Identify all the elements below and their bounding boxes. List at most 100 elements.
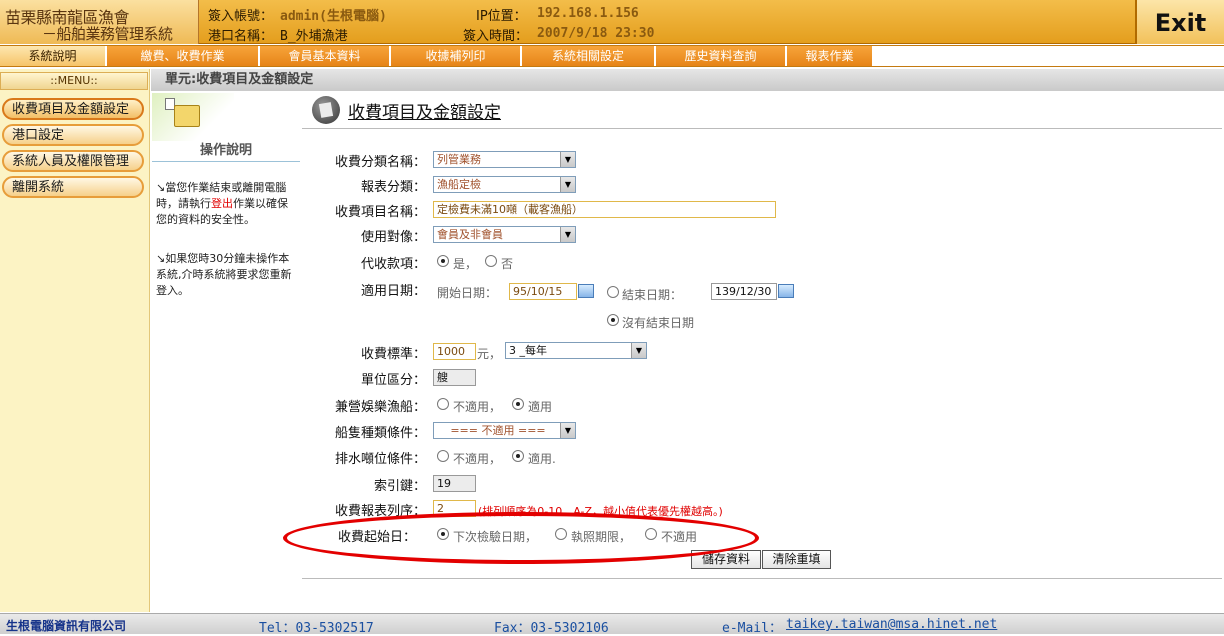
brand-logo: 苗栗縣南龍區漁會 －船舶業務管理系統 (0, 0, 199, 44)
menu-title: ::MENU:: (0, 72, 148, 90)
footer-email-link[interactable]: taikey.taiwan@msa.hinet.net (786, 617, 997, 632)
menu-item-exit-system[interactable]: 離開系統 (2, 176, 144, 198)
no-end-date-radio[interactable] (607, 314, 619, 326)
tonnage-yes-radio[interactable] (512, 450, 524, 462)
tab-payment[interactable]: 繳費、收費作業 (107, 46, 259, 66)
collect-no-radio[interactable] (485, 255, 497, 267)
help-title: 操作說明 (152, 142, 300, 162)
report-select[interactable]: 漁船定檢 ▼ (433, 176, 576, 193)
footer-tel: Tel：03-5302517 (259, 621, 374, 636)
leisure-yes-radio[interactable] (512, 398, 524, 410)
page-title: 收費項目及金額設定 (348, 103, 501, 123)
period-value: 3 _每年 (509, 344, 547, 357)
tab-system-settings[interactable]: 系統相關設定 (522, 46, 655, 66)
vessel-value: === 不適用 === (450, 424, 546, 437)
app-header: 苗栗縣南龍區漁會 －船舶業務管理系統 簽入帳號： admin(生根電腦) 港口名… (0, 0, 1224, 44)
chevron-down-icon: ▼ (560, 227, 575, 242)
end-date-input[interactable]: 139/12/30 (711, 283, 777, 300)
standard-label: 收費標準： (360, 347, 426, 362)
tab-reports[interactable]: 報表作業 (787, 46, 873, 66)
standard-input[interactable]: 1000 (433, 343, 476, 360)
tonnage-no-label: 不適用， (453, 452, 502, 466)
startday-license-radio[interactable] (555, 528, 567, 540)
startday-label: 收費起始日： (337, 530, 416, 545)
tab-member-data[interactable]: 會員基本資料 (260, 46, 390, 66)
report-label: 報表分類： (360, 180, 426, 195)
breadcrumb: 單元:收費項目及金額設定 (151, 69, 1224, 91)
startday-next-inspection-label: 下次檢驗日期， (453, 530, 538, 544)
tab-system-intro[interactable]: 系統說明 (0, 46, 106, 66)
menu-item-fee-settings[interactable]: 收費項目及金額設定 (2, 98, 144, 120)
end-date-radio[interactable] (607, 286, 619, 298)
footer-fax: Fax：03-5302106 (494, 621, 609, 636)
ip-value: 192.168.1.156 (537, 6, 639, 21)
left-menu: ::MENU:: 收費項目及金額設定 港口設定 系統人員及權限管理 離開系統 (0, 69, 150, 612)
vessel-select[interactable]: === 不適用 === ▼ (433, 422, 576, 439)
item-name-label: 收費項目名稱： (334, 205, 426, 220)
tonnage-no-radio[interactable] (437, 450, 449, 462)
brand-line-2: －船舶業務管理系統 (42, 25, 173, 43)
startday-na-radio[interactable] (645, 528, 657, 540)
help-paragraph-1: ↘當您作業結束或離開電腦時，請執行登出作業以確保您的資料的安全性。 (156, 180, 296, 228)
account-label: 簽入帳號： (208, 9, 274, 24)
index-label: 索引鍵： (373, 479, 426, 494)
reset-button[interactable]: 清除重填 (762, 550, 831, 569)
no-end-date-label: 沒有結束日期 (622, 316, 695, 330)
chevron-down-icon: ▼ (560, 152, 575, 167)
period-select[interactable]: 3 _每年 ▼ (505, 342, 647, 359)
leisure-no-radio[interactable] (437, 398, 449, 410)
target-label: 使用對像： (360, 230, 426, 245)
port-label: 港口名稱： (208, 29, 274, 44)
help-illustration (152, 93, 234, 141)
start-date-input[interactable]: 95/10/15 (509, 283, 577, 300)
port-value: B_外埔漁港 (280, 29, 348, 44)
leisure-label: 兼營娛樂漁船： (334, 400, 426, 415)
collect-yes-label: 是， (453, 257, 478, 271)
help-paragraph-2: ↘如果您時30分鐘未操作本系統,介時系統將要求您重新登入。 (156, 252, 292, 297)
tonnage-label: 排水噸位條件： (334, 452, 426, 467)
category-select[interactable]: 列管業務 ▼ (433, 151, 576, 168)
target-select[interactable]: 會員及非會員 ▼ (433, 226, 576, 243)
startday-na-label: 不適用 (661, 530, 698, 544)
leisure-yes-label: 適用 (528, 400, 553, 414)
order-label: 收費報表列序： (334, 504, 426, 519)
item-name-input[interactable]: 定檢費未滿10噸（載客漁船） (433, 201, 776, 218)
collect-yes-radio[interactable] (437, 255, 449, 267)
end-date-label: 結束日期： (622, 288, 683, 302)
date-label: 適用日期： (360, 284, 426, 299)
chevron-down-icon: ▼ (560, 423, 575, 438)
index-value: 19 (433, 475, 476, 492)
folder-icon (174, 105, 200, 127)
collect-label: 代收款項： (360, 257, 426, 272)
menu-item-port-settings[interactable]: 港口設定 (2, 124, 144, 146)
menu-item-user-permissions[interactable]: 系統人員及權限管理 (2, 150, 144, 172)
tab-history-query[interactable]: 歷史資料查詢 (656, 46, 786, 66)
login-time-value: 2007/9/18 23:30 (537, 26, 655, 41)
chevron-down-icon: ▼ (560, 177, 575, 192)
account-value: admin(生根電腦) (280, 9, 387, 24)
vessel-label: 船隻種類條件： (334, 426, 426, 441)
leisure-no-label: 不適用， (453, 400, 502, 414)
exit-button[interactable]: Exit (1135, 0, 1224, 44)
report-value: 漁船定檢 (437, 178, 481, 191)
order-note: (排列順序為0-10、A-Z，越小值代表優先權越高。) (478, 505, 723, 518)
collect-no-label: 否 (501, 257, 514, 271)
start-date-label: 開始日期： (437, 286, 498, 300)
calendar-icon[interactable] (778, 284, 794, 298)
save-button[interactable]: 儲存資料 (691, 550, 761, 569)
footer-company: 生根電腦資訊有限公司 (6, 619, 127, 633)
target-value: 會員及非會員 (437, 228, 503, 241)
tab-receipt-reprint[interactable]: 收據補列印 (391, 46, 521, 66)
tonnage-yes-label: 適用. (528, 452, 556, 466)
chevron-down-icon: ▼ (631, 343, 646, 358)
document-icon (312, 96, 340, 124)
login-time-label: 簽入時間： (463, 29, 529, 44)
title-divider (302, 128, 1222, 129)
standard-unit: 元， (477, 347, 502, 361)
ip-label: IP位置： (476, 9, 527, 24)
unit-value: 艘 (433, 369, 476, 386)
startday-next-inspection-radio[interactable] (437, 528, 449, 540)
startday-license-label: 執照期限， (571, 530, 632, 544)
order-input[interactable]: 2 (433, 500, 476, 517)
calendar-icon[interactable] (578, 284, 594, 298)
